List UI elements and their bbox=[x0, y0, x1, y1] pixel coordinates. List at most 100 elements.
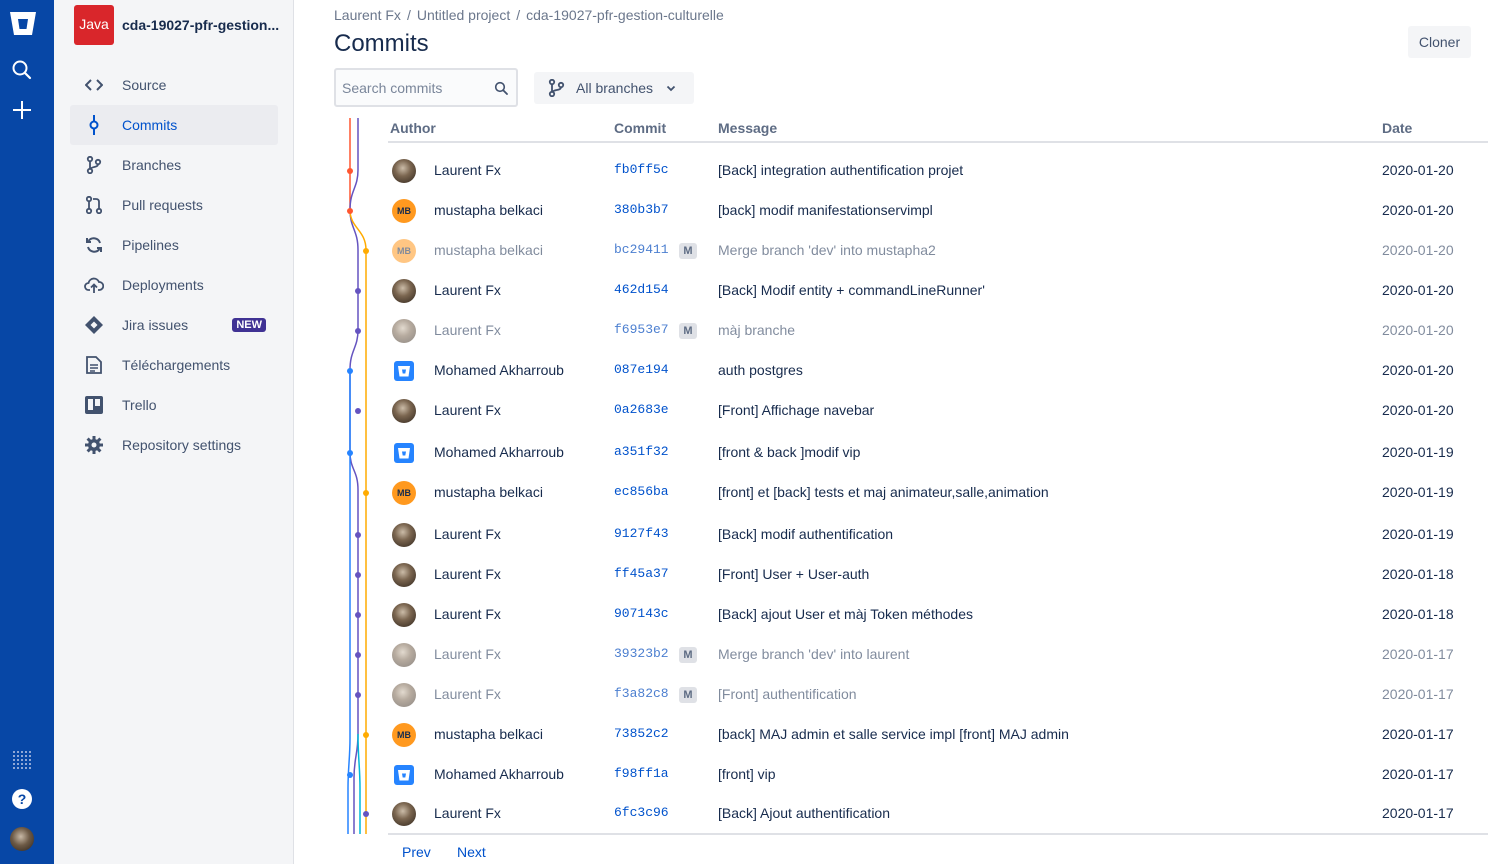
search-commits-field bbox=[334, 68, 518, 107]
table-row[interactable]: Laurent Fx fb0ff5c [Back] integration auth… bbox=[388, 151, 1488, 191]
search-input[interactable] bbox=[336, 70, 486, 105]
table-row[interactable]: Mohamed Akharroub f98ff1a [front] vip 2020-… bbox=[388, 755, 1488, 795]
sidebar-item-label: Trello bbox=[122, 397, 157, 413]
table-row[interactable]: Laurent Fx f6953e7 Mmàj branche 2020-01-20 bbox=[388, 311, 1488, 351]
pull-request-icon bbox=[84, 195, 104, 215]
repo-header[interactable]: Java cda-19027-pfr-gestion... bbox=[74, 5, 284, 45]
table-row[interactable]: Laurent Fx 39323b2 M Merge branch 'dev' int… bbox=[388, 635, 1488, 675]
sidebar-item-branches[interactable]: Branches bbox=[70, 145, 278, 185]
repo-name[interactable]: cda-19027-pfr-gestion... bbox=[122, 17, 282, 33]
create-icon[interactable] bbox=[10, 98, 34, 122]
commit-hash-link[interactable]: 087e194 bbox=[614, 362, 669, 377]
breadcrumb-workspace[interactable]: Laurent Fx bbox=[334, 7, 401, 23]
help-icon[interactable]: ? bbox=[10, 787, 34, 811]
graph-commit-dot bbox=[355, 288, 361, 294]
table-row[interactable]: Mohamed Akharroub a351f32 [front & back ]m… bbox=[388, 433, 1488, 473]
table-row[interactable]: Laurent Fx ff45a37 [Front] User + User-aut… bbox=[388, 555, 1488, 595]
commit-hash-link[interactable]: f3a82c8 bbox=[614, 686, 669, 701]
table-row[interactable]: Laurent Fx 907143c [Back] ajout User et mà… bbox=[388, 595, 1488, 635]
prev-page-link[interactable]: Prev bbox=[402, 844, 431, 860]
commit-hash-link[interactable]: bc29411 bbox=[614, 242, 669, 257]
table-footer-divider bbox=[388, 833, 1488, 835]
commit-hash-link[interactable]: a351f32 bbox=[614, 444, 669, 459]
table-row[interactable]: Laurent Fx 462d154 [Back] Modif entity + c… bbox=[388, 271, 1488, 311]
sidebar-item-commits[interactable]: Commits bbox=[70, 105, 278, 145]
commit-hash-link[interactable]: 6fc3c96 bbox=[614, 805, 669, 820]
commit-hash-link[interactable]: 380b3b7 bbox=[614, 202, 669, 217]
sidebar-item-jira-issues[interactable]: Jira issues NEW bbox=[70, 305, 278, 345]
apps-grid-icon[interactable] bbox=[10, 748, 34, 772]
commit-date: 2020-01-17 bbox=[1382, 726, 1454, 742]
table-row[interactable]: Laurent Fx f3a82c8 M [Front] authentificati… bbox=[388, 675, 1488, 715]
sidebar-item-label: Jira issues bbox=[122, 317, 189, 333]
commit-author: mustapha belkaci bbox=[434, 484, 543, 500]
table-row[interactable]: MB mustapha belkaci 380b3b7 [back] modif ma… bbox=[388, 191, 1488, 231]
sidebar-item-label: Deployments bbox=[122, 277, 204, 293]
breadcrumb-repository[interactable]: cda-19027-pfr-gestion-culturelle bbox=[526, 7, 724, 23]
graph-commit-dot bbox=[347, 368, 353, 374]
commit-hash-link[interactable]: ff45a37 bbox=[614, 566, 669, 581]
graph-commit-dot bbox=[347, 450, 353, 456]
commit-message: [Back] ajout User et màj Token méthodes bbox=[718, 606, 973, 622]
next-page-link[interactable]: Next bbox=[457, 844, 486, 860]
commit-date: 2020-01-19 bbox=[1382, 444, 1454, 460]
commit-hash-link[interactable]: 39323b2 bbox=[614, 646, 669, 661]
clone-button[interactable]: Cloner bbox=[1408, 26, 1471, 58]
commit-hash-link[interactable]: 907143c bbox=[614, 606, 669, 621]
page-title: Commits bbox=[334, 30, 429, 57]
commit-hash-link[interactable]: fb0ff5c bbox=[614, 162, 669, 177]
commit-hash-link[interactable]: ec856ba bbox=[614, 484, 669, 499]
settings-icon bbox=[84, 435, 104, 455]
sidebar-item-source[interactable]: Source bbox=[70, 65, 278, 105]
commit-icon bbox=[84, 115, 104, 135]
commit-hash-link[interactable]: f6953e7 bbox=[614, 322, 669, 337]
commit-message: [front & back ]modif vip bbox=[718, 444, 861, 460]
graph-commit-dot bbox=[347, 208, 353, 214]
commit-date: 2020-01-18 bbox=[1382, 606, 1454, 622]
sidebar-item-pipelines[interactable]: Pipelines bbox=[70, 225, 278, 265]
table-row[interactable]: Laurent Fx 0a2683e [Front] Affichage naveb… bbox=[388, 391, 1488, 431]
table-row[interactable]: MB mustapha belkaci 73852c2 [back] MAJ admi… bbox=[388, 715, 1488, 755]
branch-icon bbox=[84, 155, 104, 175]
commit-hash-link[interactable]: 0a2683e bbox=[614, 402, 669, 417]
branch-filter-dropdown[interactable]: All branches bbox=[534, 72, 694, 104]
search-icon[interactable] bbox=[494, 81, 508, 95]
graph-commit-dot bbox=[347, 772, 353, 778]
commit-date: 2020-01-20 bbox=[1382, 402, 1454, 418]
code-icon bbox=[84, 75, 104, 95]
avatar bbox=[392, 802, 416, 826]
table-row[interactable]: MB mustapha belkaci bc29411 M Merge branch '… bbox=[388, 231, 1488, 271]
sidebar-item-pull-requests[interactable]: Pull requests bbox=[70, 185, 278, 225]
commit-date: 2020-01-20 bbox=[1382, 362, 1454, 378]
table-row[interactable]: Laurent Fx 9127f43 [Back] modif authentifi… bbox=[388, 515, 1488, 555]
commit-date: 2020-01-20 bbox=[1382, 202, 1454, 218]
table-row[interactable]: MB mustapha belkaci ec856ba [front] et [bac… bbox=[388, 473, 1488, 513]
commit-hash-link[interactable]: 9127f43 bbox=[614, 526, 669, 541]
commit-author: Laurent Fx bbox=[434, 526, 501, 542]
commit-date: 2020-01-17 bbox=[1382, 686, 1454, 702]
commit-hash-link[interactable]: f98ff1a bbox=[614, 766, 669, 781]
avatar bbox=[392, 523, 416, 547]
sidebar-item-label: Source bbox=[122, 77, 167, 93]
sidebar-item-label: Commits bbox=[122, 117, 178, 133]
bitbucket-logo-icon[interactable] bbox=[7, 7, 39, 39]
table-row[interactable]: Mohamed Akharroub 087e194 auth postgres 202… bbox=[388, 351, 1488, 391]
commit-message: [Front] Affichage navebar bbox=[718, 402, 875, 418]
sidebar-item-trello[interactable]: Trello bbox=[70, 385, 278, 425]
avatar bbox=[392, 159, 416, 183]
sidebar-item-repository-settings[interactable]: Repository settings bbox=[70, 425, 278, 465]
commit-message: [Front] User + User-auth bbox=[718, 566, 870, 582]
profile-avatar[interactable] bbox=[10, 827, 34, 851]
search-icon[interactable] bbox=[10, 58, 34, 82]
graph-commit-dot bbox=[355, 652, 361, 658]
commit-message: [Back] integration authentification proj… bbox=[718, 162, 964, 178]
sidebar-item-deployments[interactable]: Deployments bbox=[70, 265, 278, 305]
graph-commit-dot bbox=[355, 612, 361, 618]
table-row[interactable]: Laurent Fx 6fc3c96 [Back] Ajout authentifi… bbox=[388, 794, 1488, 834]
breadcrumb-project[interactable]: Untitled project bbox=[417, 7, 510, 23]
commit-date: 2020-01-17 bbox=[1382, 646, 1454, 662]
commit-hash-link[interactable]: 462d154 bbox=[614, 282, 669, 297]
sidebar-item-downloads[interactable]: Téléchargements bbox=[70, 345, 278, 385]
jira-icon bbox=[84, 315, 104, 335]
commit-hash-link[interactable]: 73852c2 bbox=[614, 726, 669, 741]
